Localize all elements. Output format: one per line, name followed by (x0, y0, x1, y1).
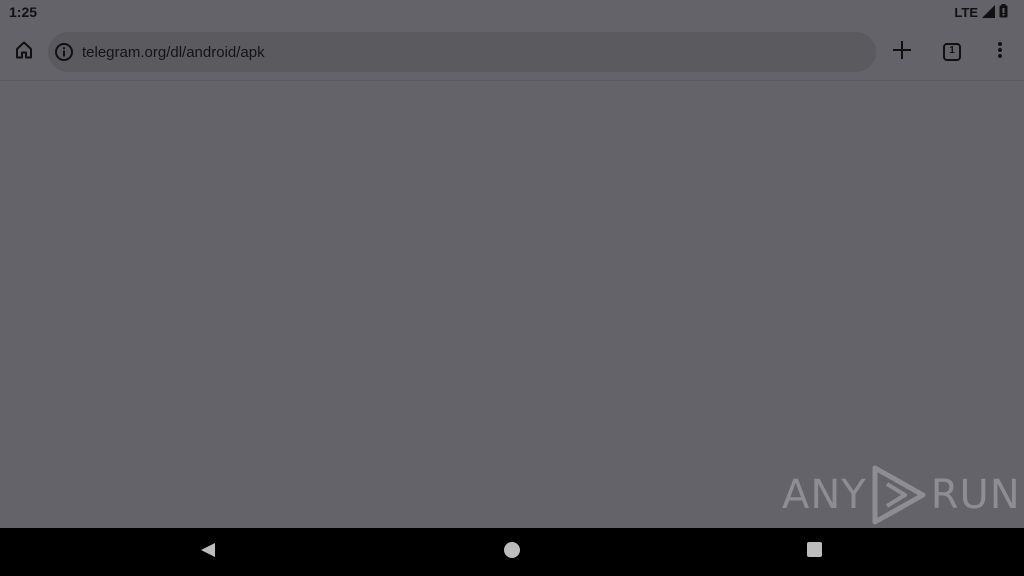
recents-button[interactable] (798, 536, 830, 568)
back-button[interactable] (192, 536, 224, 568)
battery-icon (999, 4, 1008, 21)
system-nav-bar (0, 528, 1024, 576)
new-tab-button[interactable] (882, 32, 922, 72)
network-type: LTE (954, 5, 978, 20)
recents-icon (806, 542, 822, 562)
status-bar: 1:25 LTE (0, 0, 1024, 24)
tab-switcher-button[interactable]: 1 (932, 32, 972, 72)
tab-count: 1 (949, 45, 955, 56)
status-time: 1:25 (9, 4, 38, 20)
url-text[interactable]: telegram.org/dl/android/apk (82, 44, 265, 61)
plus-icon (893, 40, 911, 64)
tab-switcher-icon: 1 (943, 43, 961, 61)
anyrun-watermark: ANY RUN (782, 462, 1021, 528)
signal-icon (982, 4, 995, 21)
watermark-text-right: RUN (930, 472, 1021, 518)
home-icon (14, 40, 34, 65)
menu-button[interactable] (980, 32, 1020, 72)
status-indicators: LTE (954, 4, 1008, 21)
play-logo-icon (871, 464, 927, 526)
home-circle-icon (503, 541, 521, 564)
info-icon[interactable] (54, 42, 74, 62)
home-button[interactable] (4, 32, 44, 72)
omnibox[interactable]: telegram.org/dl/android/apk (48, 32, 876, 72)
watermark-text-left: ANY (782, 472, 867, 518)
back-icon (200, 542, 216, 563)
browser-toolbar: telegram.org/dl/android/apk 1 (0, 24, 1024, 81)
more-vert-icon (998, 41, 1002, 63)
page-content (0, 81, 1024, 528)
home-nav-button[interactable] (496, 536, 528, 568)
